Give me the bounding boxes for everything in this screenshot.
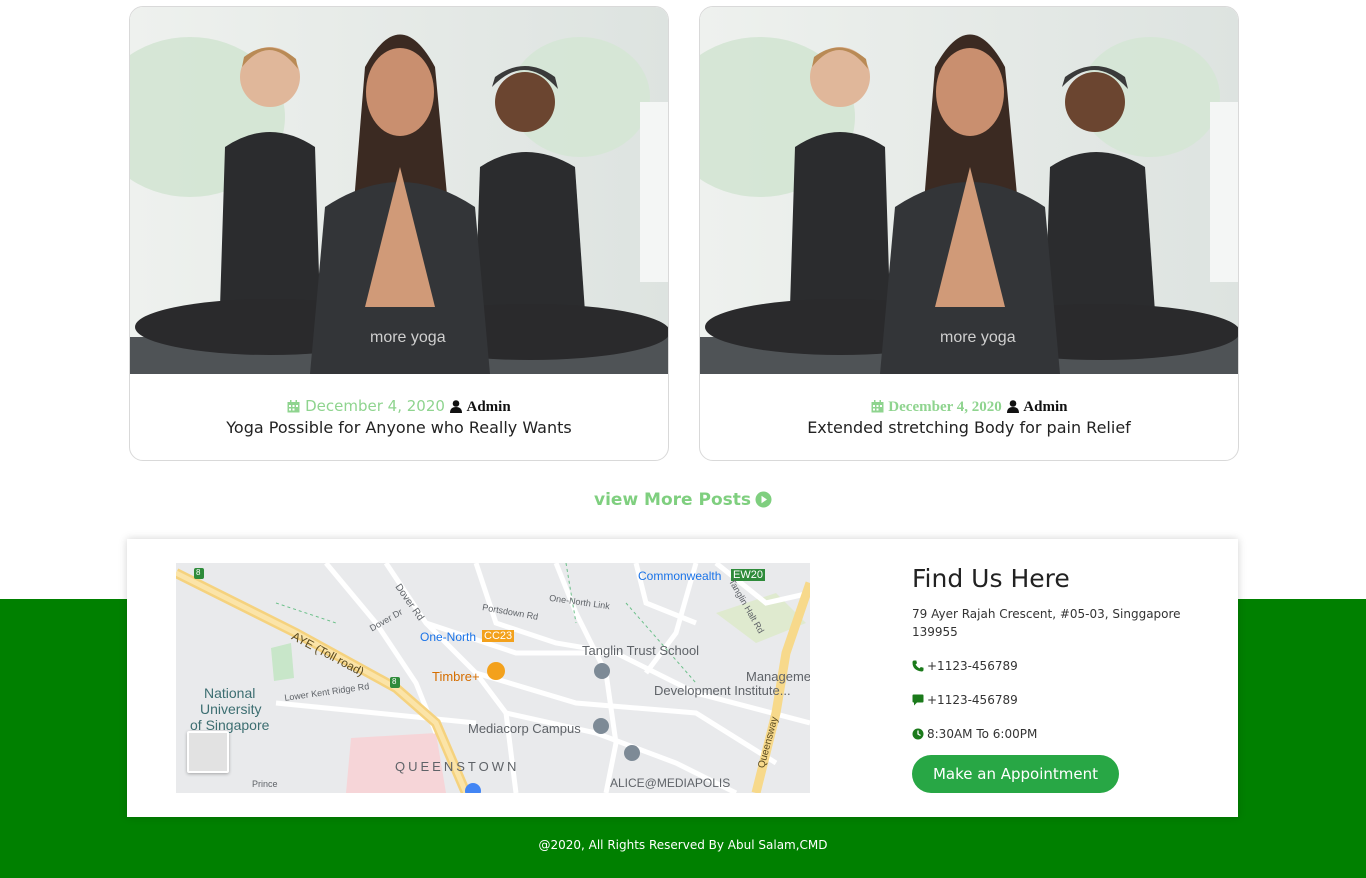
view-more-posts-link[interactable]: view More Posts [0, 490, 1366, 510]
svg-text:more yoga: more yoga [370, 329, 446, 346]
message-row: +1123-456789 [912, 691, 1212, 709]
map-label-timbre: Timbre+ [432, 669, 480, 684]
svg-text:more yoga: more yoga [940, 329, 1016, 346]
map-label-tanglin: Tanglin Trust School [582, 643, 700, 658]
post-image[interactable]: more yoga [130, 7, 668, 374]
clock-icon [912, 727, 927, 741]
user-icon [449, 397, 467, 415]
blog-post-card[interactable]: more yoga December 4, 2020 Admin Extende… [699, 6, 1239, 461]
map-label-mediacorp: Mediacorp Campus [468, 721, 581, 736]
post-meta: December 4, 2020 Admin [130, 396, 668, 417]
map-badge-8b: 8 [392, 677, 397, 686]
post-image[interactable]: more yoga [700, 7, 1238, 374]
map-label-prince: Prince [252, 779, 278, 789]
find-us-title: Find Us Here [912, 564, 1070, 593]
phone-icon [912, 659, 927, 673]
hours-row: 8:30AM To 6:00PM [912, 725, 1212, 743]
map-label-management: Management [746, 669, 810, 684]
post-date: December 4, 2020 [888, 399, 1002, 415]
post-title[interactable]: Yoga Possible for Anyone who Really Want… [130, 417, 668, 439]
footer-copyright: @2020, All Rights Reserved By Abul Salam… [538, 838, 828, 852]
play-circle-icon [751, 490, 772, 510]
phone-row: +1123-456789 [912, 657, 1212, 675]
calendar-icon [871, 397, 889, 415]
map-label-nus-1: National [204, 685, 256, 701]
map-badge-8a: 8 [196, 568, 201, 577]
address-text: 79 Ayer Rajah Crescent, #05-03, Singgapo… [912, 607, 1181, 639]
view-more-label[interactable]: view More Posts [594, 490, 751, 510]
contact-panel: Commonwealth EW20 One-North CC23 Tanglin… [127, 539, 1238, 817]
map-badge-cc23: CC23 [482, 630, 515, 642]
post-title[interactable]: Extended stretching Body for pain Relief [700, 417, 1238, 439]
post-author[interactable]: Admin [466, 399, 510, 415]
map-label-development: Development Institute... [654, 683, 791, 698]
map-label-commonwealth: Commonwealth [638, 569, 722, 583]
map-label-one-north: One-North [420, 630, 477, 644]
make-appointment-button[interactable]: Make an Appointment [912, 755, 1119, 793]
post-meta: December 4, 2020 Admin [700, 396, 1238, 417]
comment-icon [912, 693, 927, 707]
location-map[interactable]: Commonwealth EW20 One-North CC23 Tanglin… [176, 563, 810, 793]
user-icon [1006, 397, 1024, 415]
map-label-alice: ALICE@MEDIAPOLIS [610, 776, 731, 790]
blog-post-card[interactable]: more yoga December 4, 2020 Admin Yoga Po… [129, 6, 669, 461]
post-date: December 4, 2020 [305, 397, 445, 415]
post-author[interactable]: Admin [1023, 399, 1067, 415]
calendar-icon [287, 397, 305, 415]
business-hours: 8:30AM To 6:00PM [927, 727, 1038, 741]
message-number[interactable]: +1123-456789 [927, 693, 1018, 707]
find-us-section: Find Us Here 79 Ayer Rajah Crescent, #05… [912, 563, 1212, 743]
map-label-nus-2: University [200, 701, 262, 717]
phone-number[interactable]: +1123-456789 [927, 659, 1018, 673]
map-pegman-control[interactable] [187, 731, 229, 773]
map-label-queenstown: QUEENSTOWN [395, 759, 520, 774]
